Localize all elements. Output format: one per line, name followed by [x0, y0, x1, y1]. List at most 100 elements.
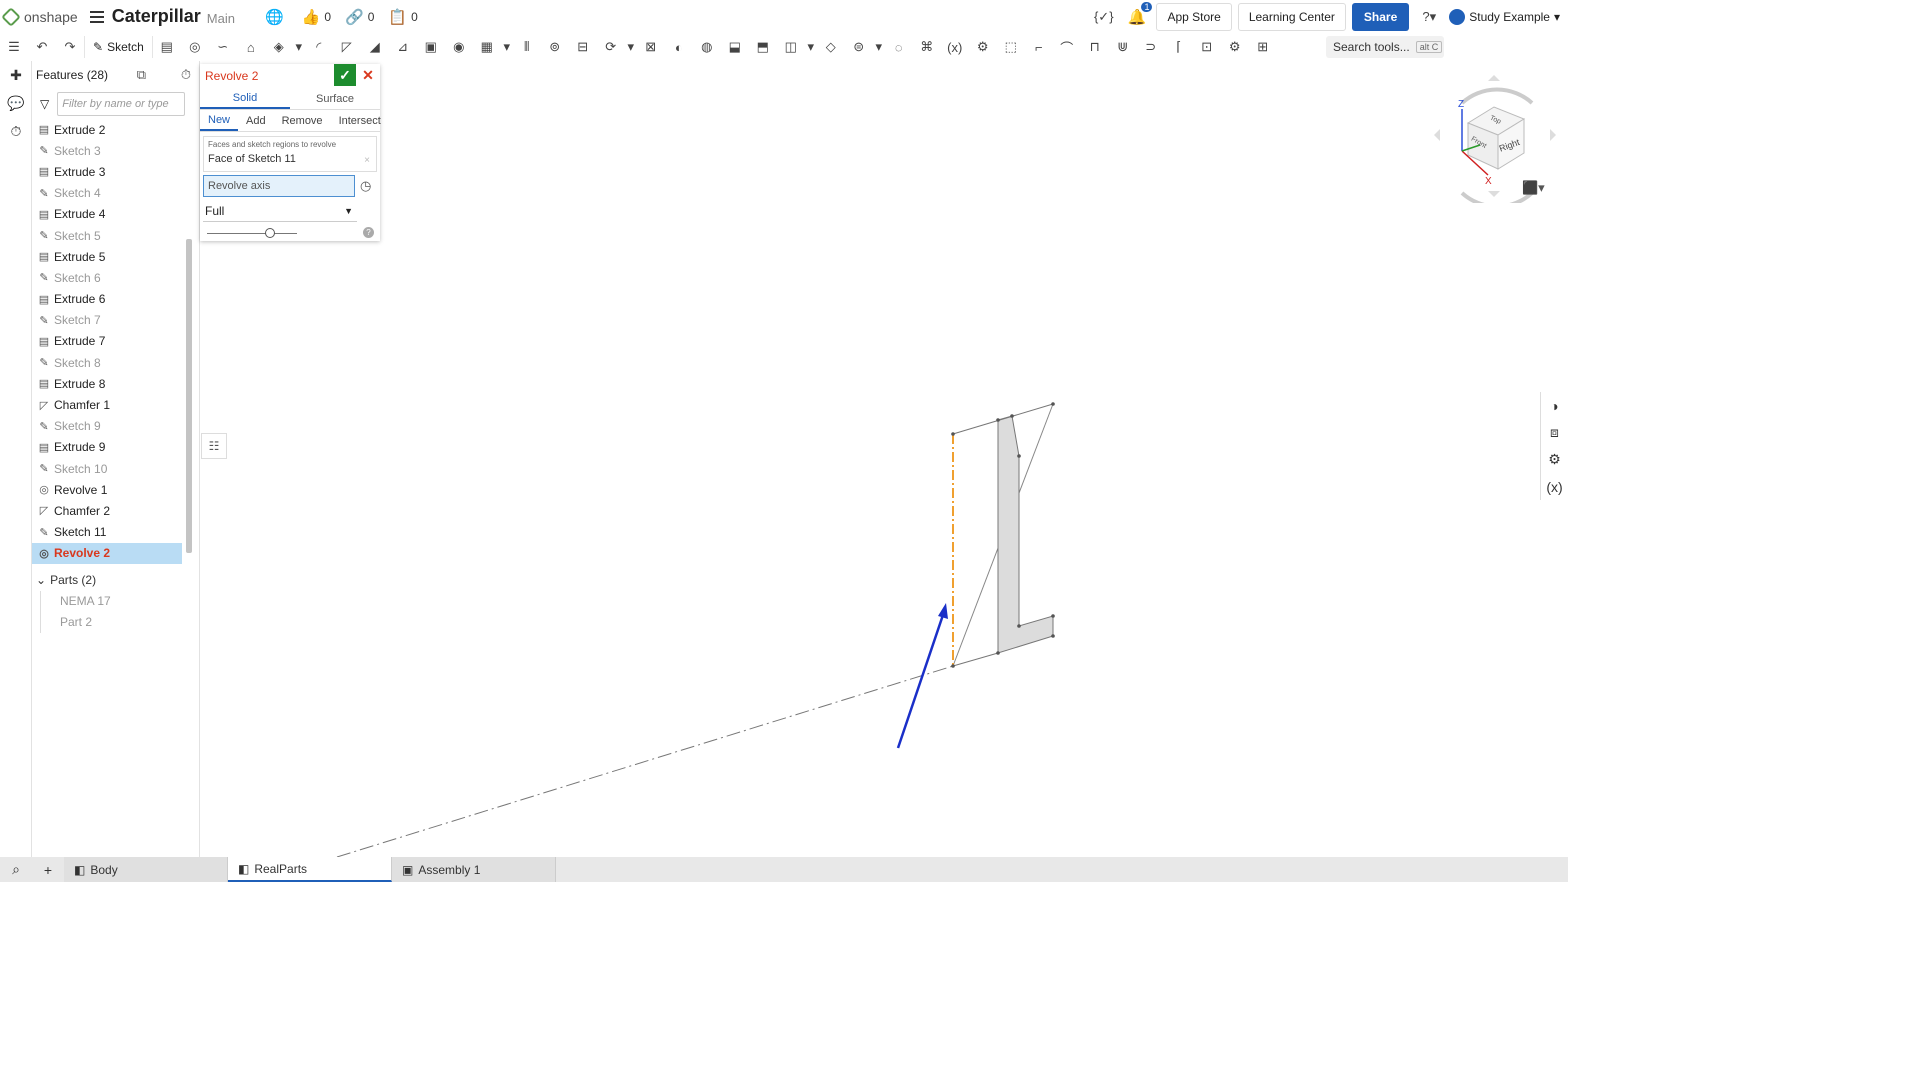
- rib-icon[interactable]: ⊿: [389, 35, 417, 59]
- delete-part-icon[interactable]: ⊠: [637, 35, 665, 59]
- add-icon[interactable]: ✚: [0, 61, 32, 89]
- settings-icon[interactable]: ⚙: [1221, 35, 1249, 59]
- sheet-metal-icon[interactable]: ⬚: [997, 35, 1025, 59]
- variables-icon[interactable]: {✓}: [1090, 5, 1118, 29]
- appearance-icon[interactable]: ◑: [1540, 392, 1568, 419]
- tab-add[interactable]: Add: [238, 110, 274, 131]
- boolean-icon[interactable]: ⊚: [541, 35, 569, 59]
- feature-item[interactable]: ▤ Extrude 6: [32, 289, 182, 310]
- offset-surface-icon[interactable]: ◫: [777, 35, 805, 59]
- split-icon[interactable]: ⊟: [569, 35, 597, 59]
- onshape-logo[interactable]: onshape: [1, 6, 78, 27]
- add-tab-icon[interactable]: +: [32, 862, 64, 878]
- add-folder-icon[interactable]: ⧉: [137, 67, 146, 83]
- graphics-viewport[interactable]: [201, 61, 1568, 858]
- feature-item[interactable]: ✎ Sketch 11: [32, 522, 182, 543]
- tab-intersect[interactable]: Intersect: [331, 110, 389, 131]
- feature-item[interactable]: ▤ Extrude 4: [32, 204, 182, 225]
- feature-item[interactable]: ✎ Sketch 4: [32, 183, 182, 204]
- feature-item[interactable]: ▤ Extrude 2: [32, 119, 182, 140]
- replace-face-icon[interactable]: ⬒: [749, 35, 777, 59]
- sketch-button[interactable]: ✎ Sketch: [84, 36, 153, 58]
- tab-icon[interactable]: ⊓: [1081, 35, 1109, 59]
- tab-solid[interactable]: Solid: [200, 88, 290, 109]
- revolve-icon[interactable]: ◎: [181, 35, 209, 59]
- rollback-timer-icon[interactable]: ⏱: [181, 67, 191, 83]
- part-item[interactable]: NEMA 17: [40, 590, 199, 612]
- menu-icon[interactable]: [89, 10, 104, 23]
- variable-icon[interactable]: (x): [941, 35, 969, 59]
- hole-icon[interactable]: ◉: [445, 35, 473, 59]
- dropdown-icon[interactable]: ▾: [625, 35, 637, 59]
- revolve-type-select[interactable]: Full ▼: [203, 200, 357, 222]
- part-item[interactable]: Part 2: [40, 611, 199, 633]
- slider-track[interactable]: [207, 233, 297, 234]
- delete-face-icon[interactable]: ◍: [693, 35, 721, 59]
- learning-center-button[interactable]: Learning Center: [1237, 2, 1346, 31]
- dropdown-icon[interactable]: ▾: [873, 35, 885, 59]
- configuration-icon[interactable]: ⚙: [1540, 446, 1568, 473]
- finish-sheet-metal-icon[interactable]: ⊡: [1193, 35, 1221, 59]
- filter-input[interactable]: Filter by name or type: [57, 92, 186, 116]
- help-icon[interactable]: ?▾: [1415, 5, 1443, 29]
- feature-list-toggle-icon[interactable]: ☷: [201, 433, 227, 459]
- faces-selection-field[interactable]: Faces and sketch regions to revolve Face…: [203, 136, 377, 172]
- help-icon[interactable]: ?: [363, 227, 374, 238]
- feature-item[interactable]: ✎ Sketch 9: [32, 416, 182, 437]
- tab-realparts[interactable]: ◧ RealParts: [228, 857, 392, 882]
- fillet-icon[interactable]: ◜: [305, 35, 333, 59]
- cancel-close-icon[interactable]: ✕: [358, 64, 378, 86]
- view-options-icon[interactable]: ⬛▾: [1522, 180, 1545, 196]
- mate-connector-clock-icon[interactable]: ◷: [360, 178, 371, 194]
- feature-item[interactable]: ▤ Extrude 7: [32, 331, 182, 352]
- dropdown-icon[interactable]: ▾: [501, 35, 513, 59]
- feature-item[interactable]: ✎ Sketch 10: [32, 458, 182, 479]
- pattern-icon[interactable]: ▦: [473, 35, 501, 59]
- likes-counter[interactable]: 👍 0: [302, 8, 331, 26]
- flange-icon[interactable]: ⌐: [1025, 35, 1053, 59]
- scroll-thumb[interactable]: [186, 239, 192, 553]
- app-store-button[interactable]: App Store: [1156, 2, 1232, 31]
- tab-assembly-1[interactable]: ▣ Assembly 1: [392, 857, 556, 882]
- draft-icon[interactable]: ◢: [361, 35, 389, 59]
- loft-icon[interactable]: ⌂: [237, 35, 265, 59]
- variable-table-icon[interactable]: (x): [1540, 473, 1568, 500]
- feature-item[interactable]: ◎ Revolve 2: [32, 542, 182, 564]
- feature-item[interactable]: ✎ Sketch 6: [32, 267, 182, 288]
- feature-list-icon[interactable]: ☰: [0, 35, 28, 59]
- fit-spline-icon[interactable]: ⌘: [913, 35, 941, 59]
- user-menu[interactable]: Study Example ▾: [1449, 8, 1560, 25]
- links-counter[interactable]: 🔗 0: [345, 8, 374, 26]
- document-title[interactable]: Caterpillar: [112, 6, 201, 27]
- search-tools-input[interactable]: Search tools... alt C: [1326, 36, 1444, 58]
- slider-knob[interactable]: [265, 228, 275, 238]
- extrude-icon[interactable]: ▤: [153, 35, 181, 59]
- mate-connector-icon[interactable]: ⊜: [845, 35, 873, 59]
- feature-item[interactable]: ▤ Extrude 9: [32, 437, 182, 458]
- derived-icon[interactable]: ⚙: [969, 35, 997, 59]
- undo-icon[interactable]: ↶: [28, 35, 56, 59]
- feature-item[interactable]: ▤ Extrude 5: [32, 246, 182, 267]
- corner-icon[interactable]: ⌈: [1165, 35, 1193, 59]
- tab-surface[interactable]: Surface: [290, 88, 380, 109]
- notifications-bell-icon[interactable]: 🔔 1: [1128, 1, 1153, 26]
- share-button[interactable]: Share: [1351, 2, 1410, 31]
- branch-name[interactable]: Main: [207, 11, 235, 26]
- sweep-icon[interactable]: ∽: [209, 35, 237, 59]
- history-icon[interactable]: ⏱: [0, 117, 32, 145]
- feature-item[interactable]: ◸ Chamfer 2: [32, 500, 182, 521]
- tab-body[interactable]: ◧ Body: [64, 857, 228, 882]
- parts-panel-icon[interactable]: ⧈: [1540, 419, 1568, 446]
- feature-item[interactable]: ✎ Sketch 7: [32, 310, 182, 331]
- chamfer-icon[interactable]: ◸: [333, 35, 361, 59]
- tab-new[interactable]: New: [200, 110, 239, 131]
- dropdown-icon[interactable]: ▾: [293, 35, 305, 59]
- plane-icon[interactable]: ◇: [817, 35, 845, 59]
- copies-counter[interactable]: 📋 0: [388, 8, 417, 26]
- model-canvas[interactable]: [201, 61, 1568, 858]
- feature-item[interactable]: ✎ Sketch 3: [32, 140, 182, 161]
- move-face-icon[interactable]: ⬓: [721, 35, 749, 59]
- feature-item[interactable]: ✎ Sketch 5: [32, 225, 182, 246]
- form-icon[interactable]: ⊃: [1137, 35, 1165, 59]
- parts-header[interactable]: ⌄ Parts (2): [32, 570, 199, 591]
